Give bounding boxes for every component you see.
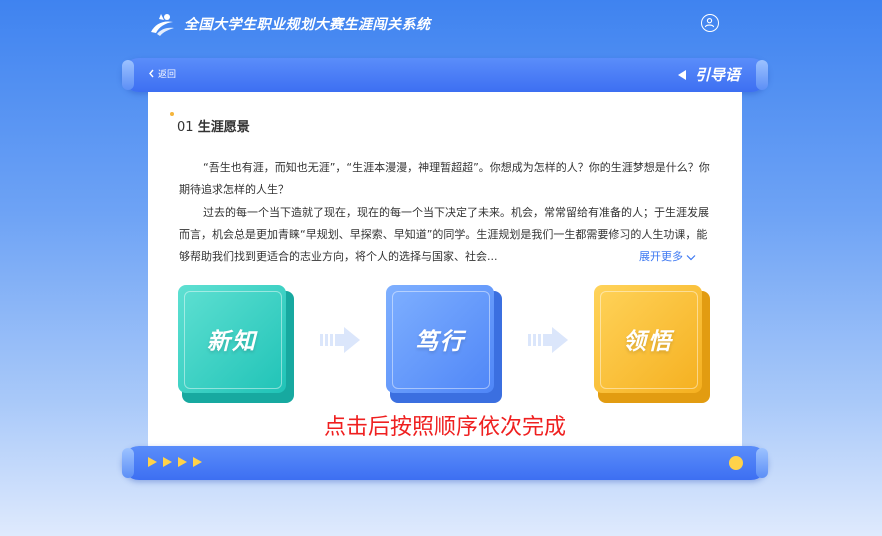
triangle-row-decoration — [148, 457, 202, 467]
intro-paragraph-1: “吾生也有涯，而知也无涯”，“生涯本漫漫，神理暂超超”。你想成为怎样的人？你的生… — [179, 161, 710, 196]
back-label: 返回 — [158, 70, 177, 80]
top-bar: 全国大学生职业规划大赛生涯闯关系统 — [0, 0, 882, 50]
expand-more-label: 展开更多 — [639, 250, 683, 263]
expand-more-link[interactable]: 展开更多 — [637, 246, 696, 268]
triangle-right-icon — [178, 457, 187, 467]
triangle-right-icon — [163, 457, 172, 467]
accent-dot — [170, 112, 174, 116]
section-title: 01 生涯愿景 — [170, 112, 253, 137]
arrow-right-icon — [320, 327, 360, 353]
top-scroll-bar: 返回 引导语 — [122, 58, 768, 92]
step-card-duxing[interactable]: 笃行 — [386, 285, 502, 403]
chevron-down-icon — [686, 254, 696, 260]
step-card-xinzhi[interactable]: 新知 — [178, 285, 294, 403]
logo-icon — [151, 14, 174, 36]
content-panel: 01 生涯愿景 “吾生也有涯，而知也无涯”，“生涯本漫漫，神理暂超超”。你想成为… — [148, 92, 742, 446]
user-icon[interactable] — [701, 14, 719, 32]
step-label: 领悟 — [623, 329, 673, 355]
circle-icon — [729, 456, 743, 470]
step-label: 笃行 — [415, 329, 465, 355]
bottom-scroll-bar — [122, 446, 768, 480]
intro-paragraph-2: 过去的每一个当下造就了现在，现在的每一个当下决定了未来。机会，常常留给有准备的人… — [179, 206, 709, 263]
back-button[interactable]: 返回 — [148, 67, 176, 80]
step-card-lingwu[interactable]: 领悟 — [594, 285, 710, 403]
chevron-left-icon — [149, 69, 154, 78]
triangle-right-icon — [148, 457, 157, 467]
app-title: 全国大学生职业规划大赛生涯闯关系统 — [184, 17, 431, 33]
page-title: 引导语 — [677, 64, 740, 85]
arrow-right-icon — [528, 327, 568, 353]
instruction-hint: 点击后按照顺序依次完成 — [323, 415, 566, 440]
triangle-left-icon — [677, 69, 686, 80]
section-number: 01 — [177, 120, 194, 135]
step-label: 新知 — [207, 329, 257, 355]
triangle-right-icon — [193, 457, 202, 467]
page-title-text: 引导语 — [694, 66, 740, 84]
section-title-text: 生涯愿景 — [197, 120, 250, 135]
